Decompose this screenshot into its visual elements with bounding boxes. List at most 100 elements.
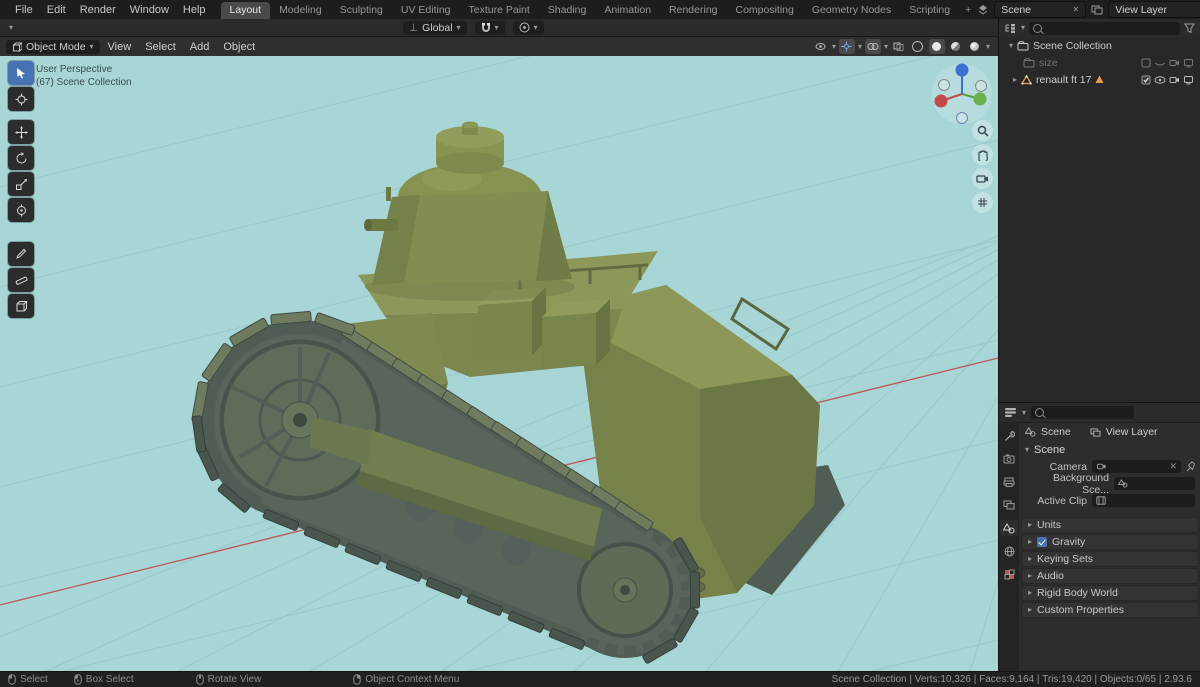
properties-editor-caret-icon[interactable]: ▾ bbox=[1022, 408, 1026, 417]
hide-eye-icon[interactable] bbox=[1154, 58, 1166, 68]
tab-shading[interactable]: Shading bbox=[539, 2, 596, 19]
view-layer-browse-icon[interactable] bbox=[1091, 4, 1103, 16]
pan-hand-button[interactable] bbox=[972, 144, 993, 165]
scene-browse-icon[interactable] bbox=[977, 4, 989, 16]
properties-search-input[interactable] bbox=[1031, 406, 1135, 419]
section-audio[interactable]: ▸ Audio bbox=[1021, 567, 1199, 584]
nav-gizmo[interactable] bbox=[932, 63, 992, 125]
menu-file[interactable]: File bbox=[8, 4, 40, 16]
object-expand-icon[interactable]: ▸ bbox=[1013, 75, 1017, 84]
menu-render[interactable]: Render bbox=[73, 4, 123, 16]
tab-output-properties[interactable] bbox=[1000, 474, 1018, 490]
tool-add-cube[interactable] bbox=[8, 294, 34, 318]
overlays-caret-icon[interactable]: ▾ bbox=[884, 42, 888, 51]
viewport-menu-select[interactable]: Select bbox=[139, 41, 182, 53]
tab-layout[interactable]: Layout bbox=[220, 2, 271, 19]
tab-scripting[interactable]: Scripting bbox=[900, 2, 959, 19]
outliner-row-scene-collection[interactable]: ▾ Scene Collection bbox=[999, 37, 1200, 54]
menu-help[interactable]: Help bbox=[176, 4, 213, 16]
tab-sculpting[interactable]: Sculpting bbox=[331, 2, 392, 19]
tool-select-box[interactable] bbox=[8, 61, 34, 85]
camera-view-button[interactable] bbox=[972, 168, 993, 189]
tab-scene-properties[interactable] bbox=[1000, 520, 1018, 536]
disable-viewport-icon[interactable] bbox=[1183, 58, 1194, 68]
tab-geometry-nodes[interactable]: Geometry Nodes bbox=[803, 2, 900, 19]
transform-orientation-dropdown[interactable]: ⊥ Global ▾ bbox=[403, 20, 467, 35]
zoom-button[interactable] bbox=[972, 120, 993, 141]
tool-move[interactable] bbox=[8, 120, 34, 144]
scene-section-header[interactable]: ▾ Scene bbox=[1019, 442, 1200, 458]
tab-texture-properties[interactable] bbox=[1000, 566, 1018, 582]
tool-transform[interactable] bbox=[8, 198, 34, 222]
tool-annotate[interactable] bbox=[8, 242, 34, 266]
viewport-menu-view[interactable]: View bbox=[102, 41, 138, 53]
tab-rendering[interactable]: Rendering bbox=[660, 2, 726, 19]
tab-compositing[interactable]: Compositing bbox=[727, 2, 803, 19]
overlays-button[interactable] bbox=[864, 39, 881, 54]
menu-window[interactable]: Window bbox=[123, 4, 176, 16]
tab-render-properties[interactable] bbox=[1000, 451, 1018, 467]
collection-expand-icon[interactable]: ▾ bbox=[1009, 41, 1013, 50]
outliner-filter-icon[interactable] bbox=[1184, 23, 1195, 34]
eye-icon[interactable] bbox=[1154, 75, 1166, 85]
viewport-display-icon[interactable] bbox=[1183, 75, 1194, 85]
tool-measure[interactable] bbox=[8, 268, 34, 292]
background-scene-field[interactable] bbox=[1114, 477, 1195, 490]
snap-caret-icon[interactable]: ▾ bbox=[495, 23, 499, 32]
ortho-toggle-button[interactable] bbox=[972, 192, 993, 213]
viewport-menu-object[interactable]: Object bbox=[217, 41, 261, 53]
xray-toggle-button[interactable] bbox=[891, 39, 907, 54]
tab-tool-properties[interactable] bbox=[1000, 428, 1018, 444]
editor-type-outliner-icon[interactable] bbox=[1004, 23, 1017, 34]
tab-uv-editing[interactable]: UV Editing bbox=[392, 2, 460, 19]
menu-edit[interactable]: Edit bbox=[40, 4, 73, 16]
tank-model[interactable] bbox=[191, 121, 845, 664]
tool-scale[interactable] bbox=[8, 172, 34, 196]
editor-type-caret-icon[interactable]: ▾ bbox=[9, 23, 13, 32]
scene-selector[interactable]: Scene ✕ bbox=[994, 1, 1087, 18]
proportional-edit-toggle[interactable]: ▾ bbox=[512, 20, 544, 35]
visibility-caret-icon[interactable]: ▾ bbox=[832, 42, 836, 51]
breadcrumb-scene[interactable]: Scene bbox=[1041, 426, 1071, 438]
outliner-search-input[interactable] bbox=[1029, 21, 1180, 35]
section-gravity[interactable]: ▸ Gravity bbox=[1021, 533, 1199, 550]
shading-solid-button[interactable] bbox=[928, 39, 945, 54]
tab-view-layer-properties[interactable] bbox=[1000, 497, 1018, 513]
section-units[interactable]: ▸ Units bbox=[1021, 516, 1199, 533]
active-clip-field[interactable] bbox=[1092, 494, 1195, 507]
gizmos-button[interactable] bbox=[838, 39, 855, 54]
view-layer-selector[interactable]: View Layer ✕ bbox=[1108, 1, 1200, 18]
shading-wireframe-button[interactable] bbox=[910, 39, 926, 54]
disable-render-icon[interactable] bbox=[1169, 58, 1180, 68]
breadcrumb-view-layer[interactable]: View Layer bbox=[1106, 426, 1158, 438]
section-rigid-body-world[interactable]: ▸ Rigid Body World bbox=[1021, 584, 1199, 601]
checkbox-icon[interactable] bbox=[1141, 58, 1151, 68]
viewport-3d[interactable]: Object Mode ▾ View Select Add Object ▾ ▾… bbox=[0, 37, 998, 671]
gravity-checkbox[interactable] bbox=[1037, 536, 1048, 547]
outliner-editor-caret-icon[interactable]: ▾ bbox=[1021, 24, 1025, 32]
tool-cursor[interactable] bbox=[8, 87, 34, 111]
checkbox-icon[interactable] bbox=[1141, 75, 1151, 85]
shading-caret-icon[interactable]: ▾ bbox=[986, 42, 990, 51]
tab-world-properties[interactable] bbox=[1000, 543, 1018, 559]
shading-material-button[interactable] bbox=[948, 39, 964, 54]
tab-animation[interactable]: Animation bbox=[595, 2, 660, 19]
proportional-caret-icon[interactable]: ▾ bbox=[534, 23, 538, 32]
eyedropper-icon[interactable] bbox=[1186, 461, 1195, 472]
section-custom-properties[interactable]: ▸ Custom Properties bbox=[1021, 601, 1199, 618]
gizmos-caret-icon[interactable]: ▾ bbox=[858, 42, 862, 51]
tab-texture-paint[interactable]: Texture Paint bbox=[460, 2, 539, 19]
viewport-menu-add[interactable]: Add bbox=[184, 41, 216, 53]
tab-modeling[interactable]: Modeling bbox=[270, 2, 331, 19]
camera-clear-icon[interactable]: ✕ bbox=[1169, 461, 1177, 472]
snap-toggle[interactable]: ▾ bbox=[474, 20, 505, 35]
render-camera-icon[interactable] bbox=[1169, 75, 1180, 85]
object-visibility-button[interactable] bbox=[813, 39, 829, 54]
shading-rendered-button[interactable] bbox=[967, 39, 983, 54]
add-workspace-button[interactable]: + bbox=[959, 2, 977, 19]
mode-dropdown[interactable]: Object Mode ▾ bbox=[6, 39, 100, 54]
outliner-row-renault[interactable]: ▸ renault ft 17 bbox=[999, 71, 1200, 88]
scene-close-icon[interactable]: ✕ bbox=[1073, 5, 1080, 14]
section-keying-sets[interactable]: ▸ Keying Sets bbox=[1021, 550, 1199, 567]
editor-type-properties-icon[interactable] bbox=[1004, 407, 1017, 418]
